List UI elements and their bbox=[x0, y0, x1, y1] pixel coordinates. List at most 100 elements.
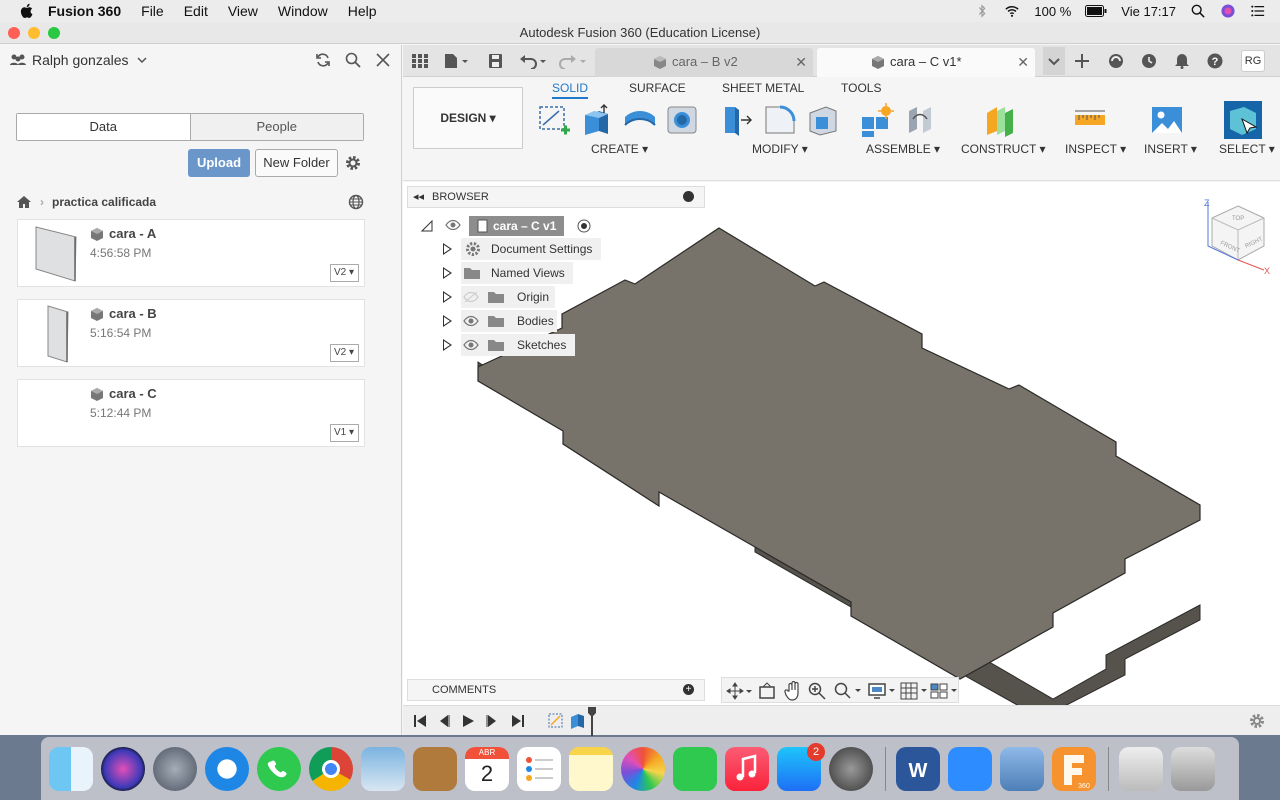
play-icon[interactable] bbox=[461, 714, 475, 728]
tab-overflow-chevron-icon[interactable] bbox=[1043, 47, 1065, 75]
calendar-icon[interactable]: ABR 2 bbox=[465, 746, 509, 791]
browser-panel-header[interactable]: ◂◂ BROWSER bbox=[407, 186, 705, 208]
browser-item-sketches[interactable]: Sketches bbox=[443, 334, 575, 356]
step-forward-icon[interactable] bbox=[485, 714, 499, 728]
file-card[interactable]: cara - A 4:56:58 PM V2 ▾ bbox=[17, 219, 365, 287]
tree-expand-root-icon[interactable] bbox=[421, 220, 433, 232]
3d-viewport[interactable]: ◂◂ BROWSER cara – C v1 Document Settings… bbox=[403, 182, 1280, 705]
version-dropdown[interactable]: V1 ▾ bbox=[330, 424, 359, 442]
new-folder-button[interactable]: New Folder bbox=[255, 149, 338, 177]
timeline-marker-icon[interactable] bbox=[587, 706, 597, 736]
viewports-icon[interactable] bbox=[930, 682, 958, 700]
go-to-end-icon[interactable] bbox=[511, 714, 525, 728]
group-inspect[interactable]: INSPECT ▾ bbox=[1065, 142, 1126, 156]
user-name[interactable]: Ralph gonzales bbox=[32, 52, 129, 68]
expand-triangle-icon[interactable] bbox=[443, 291, 452, 303]
spotlight-search-icon[interactable] bbox=[1190, 4, 1206, 18]
timeline-sketch-feature-icon[interactable] bbox=[547, 710, 565, 730]
eye-visibility-icon[interactable] bbox=[463, 338, 479, 352]
settings-gear-icon[interactable] bbox=[344, 154, 362, 172]
browser-item-named-views[interactable]: Named Views bbox=[443, 262, 573, 284]
tab-cara-c[interactable]: cara – C v1* ✕ bbox=[817, 48, 1035, 77]
new-component-icon[interactable] bbox=[860, 103, 894, 137]
user-avatar[interactable]: RG bbox=[1241, 50, 1265, 72]
timeline-settings-gear-icon[interactable] bbox=[1248, 712, 1266, 730]
tab-people[interactable]: People bbox=[190, 114, 363, 140]
chrome-icon[interactable] bbox=[309, 746, 353, 791]
expand-triangle-icon[interactable] bbox=[443, 267, 452, 279]
tab-solid[interactable]: SOLID bbox=[552, 81, 589, 99]
file-card[interactable]: cara - B 5:16:54 PM V2 ▾ bbox=[17, 299, 365, 367]
apple-logo-icon[interactable] bbox=[18, 2, 36, 20]
facetime-icon[interactable] bbox=[673, 746, 717, 791]
whatsapp-icon[interactable] bbox=[257, 746, 301, 791]
viewcube[interactable]: FRONT RIGHT TOP Z X bbox=[1202, 196, 1274, 274]
look-at-icon[interactable] bbox=[758, 682, 776, 700]
grid-settings-icon[interactable] bbox=[900, 682, 928, 700]
extrude-icon[interactable] bbox=[580, 103, 614, 137]
minimize-window-button[interactable] bbox=[28, 27, 40, 39]
add-comment-icon[interactable]: + bbox=[683, 684, 694, 695]
comments-panel-header[interactable]: COMMENTS + bbox=[407, 679, 705, 701]
chevron-down-icon[interactable] bbox=[136, 57, 147, 63]
create-sketch-icon[interactable] bbox=[537, 103, 571, 137]
globe-icon[interactable] bbox=[348, 194, 364, 210]
file-menu-icon[interactable] bbox=[443, 53, 469, 69]
hole-icon[interactable] bbox=[665, 103, 699, 137]
tab-data[interactable]: Data bbox=[17, 114, 191, 140]
eye-hidden-icon[interactable] bbox=[463, 290, 479, 304]
siri-icon[interactable] bbox=[1220, 4, 1236, 18]
display-settings-icon[interactable] bbox=[868, 682, 896, 700]
collapse-arrows-icon[interactable]: ◂◂ bbox=[413, 187, 424, 207]
fit-zoom-icon[interactable] bbox=[834, 682, 862, 700]
select-tool-icon[interactable] bbox=[1224, 101, 1262, 139]
browser-item-bodies[interactable]: Bodies bbox=[443, 310, 557, 332]
fusion-360-app-icon[interactable]: 360 bbox=[1052, 746, 1096, 791]
tab-surface[interactable]: SURFACE bbox=[629, 81, 686, 95]
eye-visibility-icon[interactable] bbox=[445, 218, 461, 232]
siri-app-icon[interactable] bbox=[101, 746, 145, 791]
model-canvas[interactable] bbox=[403, 182, 1280, 705]
insert-image-icon[interactable] bbox=[1150, 103, 1184, 137]
group-select[interactable]: SELECT ▾ bbox=[1219, 142, 1275, 156]
joint-icon[interactable] bbox=[903, 103, 937, 137]
search-icon[interactable] bbox=[345, 52, 361, 68]
group-assemble[interactable]: ASSEMBLE ▾ bbox=[866, 142, 940, 156]
safari-compass-icon[interactable] bbox=[205, 746, 249, 791]
notifications-bell-icon[interactable] bbox=[1173, 53, 1191, 69]
launchpad-rocket-icon[interactable] bbox=[153, 746, 197, 791]
plate-model[interactable] bbox=[477, 227, 1201, 705]
breadcrumb-folder[interactable]: practica calificada bbox=[52, 195, 156, 209]
fillet-icon[interactable] bbox=[763, 103, 797, 137]
menu-edit[interactable]: Edit bbox=[184, 3, 208, 19]
expand-triangle-icon[interactable] bbox=[443, 339, 452, 351]
extensions-icon[interactable] bbox=[1107, 53, 1125, 69]
close-icon[interactable] bbox=[375, 52, 391, 68]
word-icon[interactable]: W bbox=[896, 746, 940, 791]
mail-stamp-icon[interactable] bbox=[361, 746, 405, 791]
browser-item-document-settings[interactable]: Document Settings bbox=[443, 238, 601, 260]
close-window-button[interactable] bbox=[8, 27, 20, 39]
group-create[interactable]: CREATE ▾ bbox=[591, 142, 648, 156]
browser-item-origin[interactable]: Origin bbox=[443, 286, 555, 308]
menu-help[interactable]: Help bbox=[348, 3, 377, 19]
save-icon[interactable] bbox=[487, 53, 505, 69]
system-preferences-gear-icon[interactable] bbox=[829, 746, 873, 791]
press-pull-icon[interactable] bbox=[721, 103, 755, 137]
revolve-icon[interactable] bbox=[623, 103, 657, 137]
measure-icon[interactable] bbox=[1073, 103, 1107, 137]
app-store-icon[interactable]: 2 bbox=[777, 742, 825, 791]
tab-sheet-metal[interactable]: SHEET METAL bbox=[722, 81, 804, 95]
contacts-book-icon[interactable] bbox=[413, 746, 457, 791]
finder-app-icon[interactable] bbox=[49, 746, 93, 791]
undo-icon[interactable] bbox=[519, 53, 547, 69]
reminders-icon[interactable] bbox=[517, 746, 561, 791]
shell-icon[interactable] bbox=[806, 103, 840, 137]
photos-icon[interactable] bbox=[621, 746, 665, 791]
workspace-selector[interactable]: DESIGN ▾ bbox=[413, 87, 523, 149]
tab-cara-b[interactable]: cara – B v2 ✕ bbox=[595, 48, 813, 77]
tab-tools[interactable]: TOOLS bbox=[841, 81, 881, 95]
home-icon[interactable] bbox=[16, 195, 32, 209]
group-insert[interactable]: INSERT ▾ bbox=[1144, 142, 1197, 156]
bluetooth-icon[interactable] bbox=[974, 4, 990, 18]
